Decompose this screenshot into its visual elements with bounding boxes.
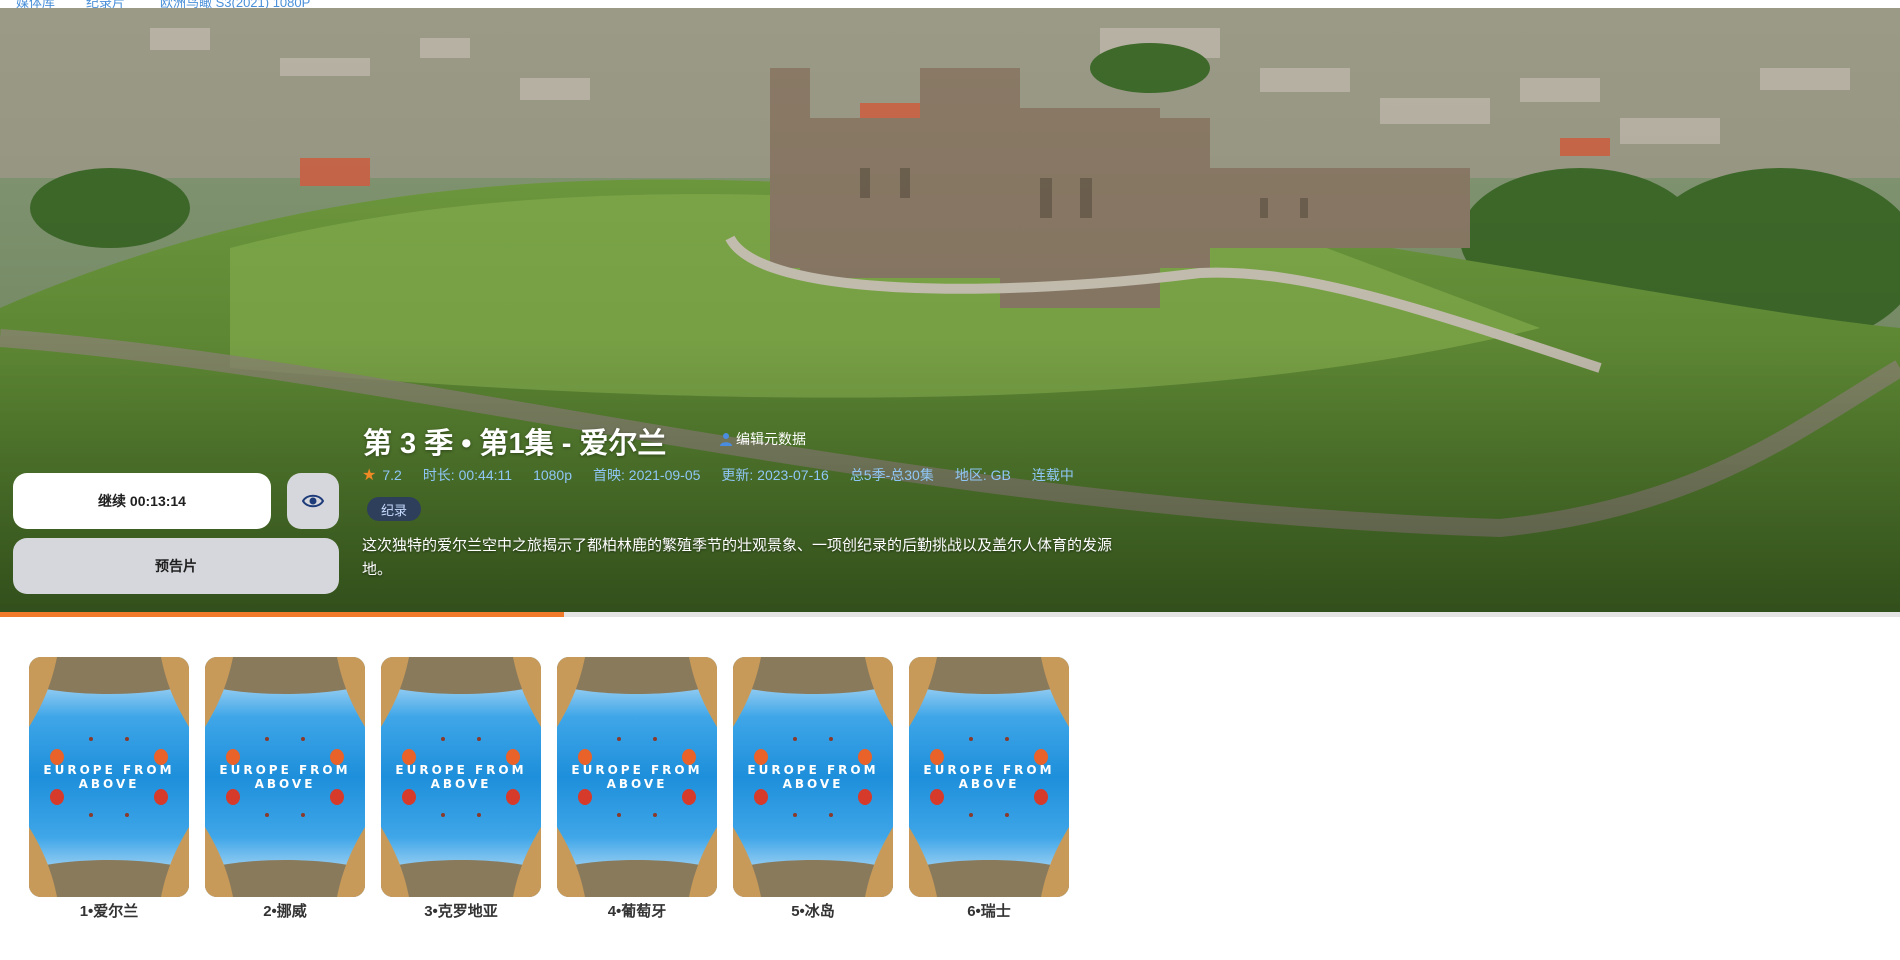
- breadcrumb-item-library[interactable]: 媒体库: [16, 0, 55, 8]
- breadcrumb: 媒体库 纪录片 欧洲鸟瞰 S3(2021) 1080P: [0, 0, 1900, 8]
- edit-metadata-link[interactable]: 编辑元数据: [720, 429, 806, 449]
- duration: 时长: 00:44:11: [422, 467, 513, 483]
- episode-card[interactable]: EUROPE FROM ABOVE 1•爱尔兰: [29, 657, 189, 921]
- episode-label[interactable]: 5•冰岛: [791, 900, 835, 921]
- playback-progress-fill: [0, 612, 565, 617]
- poster-title-text: EUROPE FROM ABOVE: [571, 763, 703, 791]
- breadcrumb-item-category[interactable]: 纪录片: [86, 0, 125, 8]
- episode-poster[interactable]: EUROPE FROM ABOVE: [909, 657, 1069, 897]
- episode-list: EUROPE FROM ABOVE 1•爱尔兰 EUROPE FROM ABOVE…: [29, 657, 1069, 921]
- episode-label[interactable]: 2•挪威: [263, 900, 307, 921]
- hero-background-image: [0, 8, 1900, 612]
- episode-card[interactable]: EUROPE FROM ABOVE 3•克罗地亚: [381, 657, 541, 921]
- star-icon: ★: [362, 467, 377, 484]
- poster-title-text: EUROPE FROM ABOVE: [395, 763, 527, 791]
- poster-title-text: EUROPE FROM ABOVE: [43, 763, 175, 791]
- poster-title-text: EUROPE FROM ABOVE: [923, 763, 1055, 791]
- episode-poster[interactable]: EUROPE FROM ABOVE: [29, 657, 189, 897]
- resolution: 1080p: [533, 467, 572, 483]
- episode-overview: 这次独特的爱尔兰空中之旅揭示了都柏林鹿的繁殖季节的壮观景象、一项创纪录的后勤挑战…: [362, 537, 1113, 578]
- episode-card[interactable]: EUROPE FROM ABOVE 5•冰岛: [733, 657, 893, 921]
- episode-card[interactable]: EUROPE FROM ABOVE 6•瑞士: [909, 657, 1069, 921]
- poster-title-text: EUROPE FROM ABOVE: [747, 763, 879, 791]
- premiere-date: 首映: 2021-09-05: [593, 467, 701, 483]
- genre-tag[interactable]: 纪录: [367, 497, 422, 521]
- episode-card[interactable]: EUROPE FROM ABOVE 4•葡萄牙: [557, 657, 717, 921]
- episode-label[interactable]: 6•瑞士: [967, 900, 1011, 921]
- user-icon: [720, 433, 732, 446]
- episode-poster[interactable]: EUROPE FROM ABOVE: [733, 657, 893, 897]
- metadata-row: ★ 7.2 时长: 00:44:11 1080p 首映: 2021-09-05 …: [362, 465, 1095, 485]
- episode-label[interactable]: 4•葡萄牙: [608, 900, 667, 921]
- episode-card[interactable]: EUROPE FROM ABOVE 2•挪威: [205, 657, 365, 921]
- season-episode-totals: 总5季-总30集: [849, 467, 934, 483]
- rating: 7.2: [382, 467, 402, 483]
- playback-progress-bar: [0, 612, 1900, 617]
- updated-date: 更新: 2023-07-16: [721, 467, 829, 483]
- breadcrumb-item-series[interactable]: 欧洲鸟瞰 S3(2021) 1080P: [160, 0, 310, 8]
- trailer-button[interactable]: 预告片: [13, 538, 339, 594]
- poster-title-text: EUROPE FROM ABOVE: [219, 763, 351, 791]
- episode-poster[interactable]: EUROPE FROM ABOVE: [381, 657, 541, 897]
- episode-label[interactable]: 1•爱尔兰: [80, 900, 139, 921]
- eye-icon: [302, 494, 324, 508]
- status-badge: 连载中: [1031, 467, 1074, 483]
- hero-backdrop: 继续 00:13:14 预告片 第 3 季 • 第1集 - 爱尔兰 编辑元数据 …: [0, 8, 1900, 612]
- mark-watched-button[interactable]: [287, 473, 339, 529]
- episode-poster[interactable]: EUROPE FROM ABOVE: [205, 657, 365, 897]
- page-title: 第 3 季 • 第1集 - 爱尔兰: [363, 428, 667, 460]
- edit-metadata-label: 编辑元数据: [736, 431, 806, 447]
- continue-button[interactable]: 继续 00:13:14: [13, 473, 271, 529]
- episode-label[interactable]: 3•克罗地亚: [424, 900, 498, 921]
- episode-poster[interactable]: EUROPE FROM ABOVE: [557, 657, 717, 897]
- region: 地区: GB: [954, 467, 1011, 483]
